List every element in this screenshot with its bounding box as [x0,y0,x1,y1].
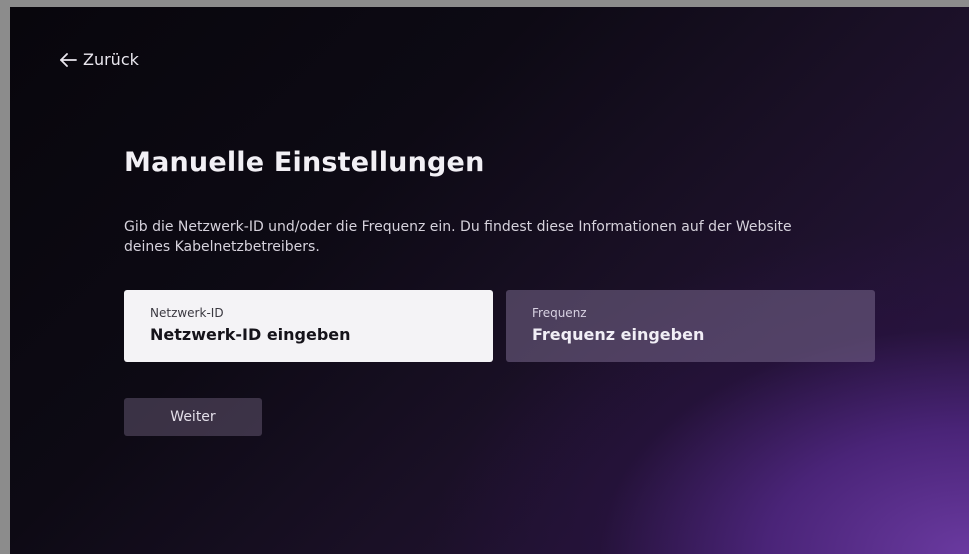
arrow-left-icon [60,52,77,67]
network-id-placeholder: Netzwerk-ID eingeben [150,325,351,344]
page-title: Manuelle Einstellungen [124,147,485,178]
network-id-field[interactable]: Netzwerk-ID Netzwerk-ID eingeben [124,290,493,362]
device-frame: Zurück Manuelle Einstellungen Gib die Ne… [0,0,969,554]
page-description: Gib die Netzwerk-ID und/oder die Frequen… [124,219,792,255]
network-id-label: Netzwerk-ID [150,306,224,320]
back-button[interactable]: Zurück [59,50,139,69]
frequency-placeholder: Frequenz eingeben [532,325,705,344]
frequency-field[interactable]: Frequenz Frequenz eingeben [506,290,875,362]
frequency-label: Frequenz [532,306,587,320]
tv-screen: Zurück Manuelle Einstellungen Gib die Ne… [10,7,969,554]
continue-button[interactable]: Weiter [124,398,262,436]
back-label: Zurück [83,50,139,69]
